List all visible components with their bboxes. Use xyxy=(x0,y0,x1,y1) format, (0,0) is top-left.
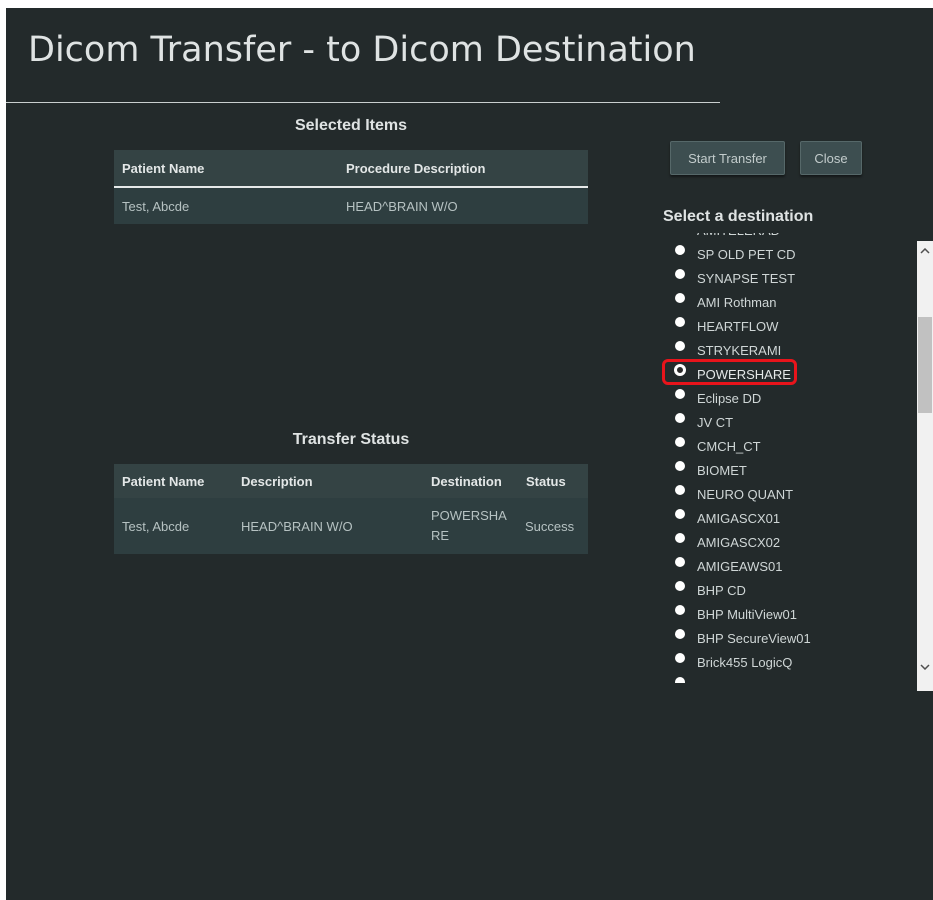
destination-label: POWERSHARE xyxy=(697,366,791,382)
page-title: Dicom Transfer - to Dicom Destination xyxy=(28,30,696,70)
destination-label: BIOMET xyxy=(697,462,747,478)
radio-button[interactable] xyxy=(675,533,685,543)
chevron-down-icon[interactable] xyxy=(917,659,933,675)
destination-option[interactable]: BIOMET xyxy=(658,458,910,482)
destination-label: HEARTFLOW xyxy=(697,318,779,334)
destination-label: AMI Rothman xyxy=(697,294,777,310)
destination-label: BHP MultiView01 xyxy=(697,606,797,622)
column-header-patient-name[interactable]: Patient Name xyxy=(122,150,204,186)
destination-option[interactable]: CMCH_CT xyxy=(658,434,910,458)
radio-button[interactable] xyxy=(675,653,685,663)
radio-button[interactable] xyxy=(675,485,685,495)
destination-option[interactable]: SYNAPSE TEST xyxy=(658,266,910,290)
column-header-description[interactable]: Description xyxy=(241,464,313,498)
destination-option[interactable]: AMIGASCX01 xyxy=(658,506,910,530)
destination-option[interactable]: BHP MultiView01 xyxy=(658,602,910,626)
destination-option[interactable]: POWERSHARE xyxy=(658,359,910,386)
selected-items-heading: Selected Items xyxy=(294,117,408,134)
destination-label: SYNAPSE TEST xyxy=(697,270,796,286)
radio-button[interactable] xyxy=(675,317,685,327)
radio-button[interactable] xyxy=(675,509,685,519)
destination-label: Brick455 LogicQ xyxy=(697,654,793,670)
patient-name-cell: Test, Abcde xyxy=(122,198,190,214)
radio-button[interactable] xyxy=(675,293,685,303)
radio-button[interactable] xyxy=(675,557,685,567)
destination-option[interactable]: Eclipse DD xyxy=(658,386,910,410)
destination-option[interactable]: SP OLD PET CD xyxy=(658,242,910,266)
destination-option[interactable]: STRYKERAMI xyxy=(658,338,910,362)
destination-label: NEURO QUANT xyxy=(697,486,794,502)
destination-option[interactable]: AMIGEAWS01 xyxy=(658,554,910,578)
destination-label: AMIGASCX01 xyxy=(697,510,781,526)
column-header-patient-name[interactable]: Patient Name xyxy=(122,464,204,498)
destination-option[interactable]: AMI Rothman xyxy=(658,290,910,314)
transfer-status-header-row: Patient Name Description Destination Sta… xyxy=(114,464,588,498)
table-row[interactable]: Test, Abcde HEAD^BRAIN W/O POWERSHARE Su… xyxy=(114,498,588,554)
destination-label: AMIGASCX02 xyxy=(697,534,781,550)
radio-button[interactable] xyxy=(675,341,685,351)
destination-list[interactable]: AMITELERAD SP OLD PET CD SYNAPSE TEST AMI R… xyxy=(658,233,910,683)
destination-label: Eclipse DD xyxy=(697,390,762,406)
destination-label: SP OLD PET CD xyxy=(697,246,796,262)
title-divider xyxy=(6,102,720,103)
radio-button[interactable] xyxy=(675,245,685,255)
column-header-destination[interactable]: Destination xyxy=(431,464,502,498)
destination-option[interactable]: JV CT xyxy=(658,410,910,434)
destination-option[interactable]: HEARTFLOW xyxy=(658,314,910,338)
column-header-procedure-description[interactable]: Procedure Description xyxy=(346,150,485,186)
radio-button[interactable] xyxy=(675,437,685,447)
destination-list-items: AMITELERAD SP OLD PET CD SYNAPSE TEST AMI R… xyxy=(658,233,910,683)
select-destination-heading: Select a destination xyxy=(663,208,814,225)
table-row[interactable]: Test, Abcde HEAD^BRAIN W/O xyxy=(114,188,588,224)
destination-option[interactable]: AMITELERAD xyxy=(658,233,910,242)
procedure-description-cell: HEAD^BRAIN W/O xyxy=(346,198,458,214)
radio-button[interactable] xyxy=(675,581,685,591)
radio-button[interactable] xyxy=(675,413,685,423)
destination-option[interactable]: BHP SecureView01 xyxy=(658,626,910,650)
destination-option[interactable] xyxy=(658,674,910,683)
destination-label: AMIGEAWS01 xyxy=(697,558,783,574)
status-cell: Success xyxy=(525,518,575,534)
close-button[interactable]: Close xyxy=(800,141,862,175)
radio-button[interactable] xyxy=(675,269,685,279)
patient-name-cell: Test, Abcde xyxy=(122,518,190,534)
column-header-status[interactable]: Status xyxy=(526,464,566,498)
destination-label: BHP SecureView01 xyxy=(697,630,811,646)
chevron-up-icon[interactable] xyxy=(917,243,933,259)
radio-button[interactable] xyxy=(675,461,685,471)
start-transfer-button[interactable]: Start Transfer xyxy=(670,141,785,175)
radio-button[interactable] xyxy=(675,677,685,683)
destination-label: STRYKERAMI xyxy=(697,342,782,358)
destination-option[interactable]: BHP CD xyxy=(658,578,910,602)
destination-label: BHP CD xyxy=(697,582,746,598)
destination-scrollbar[interactable] xyxy=(917,241,933,691)
radio-button[interactable] xyxy=(675,389,685,399)
destination-option[interactable]: AMIGASCX02 xyxy=(658,530,910,554)
selected-items-header-row: Patient Name Procedure Description xyxy=(114,150,588,188)
scroll-thumb[interactable] xyxy=(918,317,932,413)
destination-option[interactable]: NEURO QUANT xyxy=(658,482,910,506)
description-cell: HEAD^BRAIN W/O xyxy=(241,518,353,534)
radio-button[interactable] xyxy=(675,365,685,375)
radio-button[interactable] xyxy=(675,605,685,615)
destination-label: CMCH_CT xyxy=(697,438,761,454)
radio-button[interactable] xyxy=(675,629,685,639)
destination-cell: POWERSHARE xyxy=(431,508,507,543)
destination-label: JV CT xyxy=(697,414,734,430)
transfer-status-heading: Transfer Status xyxy=(292,431,410,448)
destination-option[interactable]: Brick455 LogicQ xyxy=(658,650,910,674)
destination-label: AMITELERAD xyxy=(697,233,780,238)
